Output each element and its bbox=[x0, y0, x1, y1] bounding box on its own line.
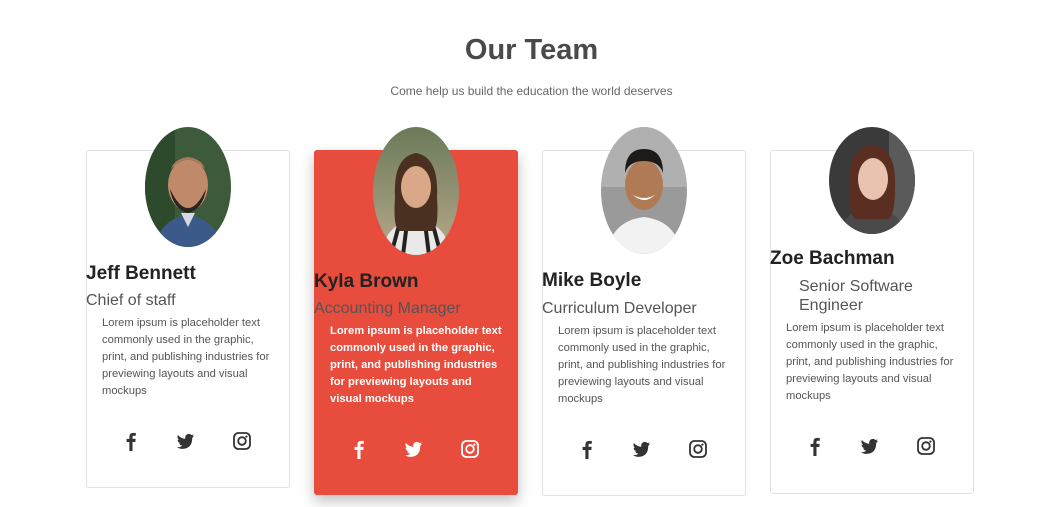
social-links bbox=[86, 430, 290, 452]
avatar bbox=[373, 127, 459, 255]
twitter-icon[interactable] bbox=[858, 435, 880, 457]
twitter-icon[interactable] bbox=[630, 438, 652, 460]
twitter-icon[interactable] bbox=[174, 430, 196, 452]
facebook-icon[interactable] bbox=[348, 438, 370, 460]
instagram-icon[interactable] bbox=[687, 438, 709, 460]
avatar bbox=[829, 127, 915, 234]
member-description: Lorem ipsum is placeholder text commonly… bbox=[102, 317, 270, 397]
instagram-icon[interactable] bbox=[231, 430, 253, 452]
instagram-icon[interactable] bbox=[459, 438, 481, 460]
member-description: Lorem ipsum is placeholder text commonly… bbox=[786, 322, 954, 402]
facebook-icon[interactable] bbox=[120, 430, 142, 452]
member-description: Lorem ipsum is placeholder text commonly… bbox=[330, 325, 502, 405]
avatar bbox=[601, 127, 687, 254]
twitter-icon[interactable] bbox=[402, 438, 424, 460]
social-links bbox=[770, 435, 974, 457]
page-subtitle: Come help us build the education the wor… bbox=[390, 84, 673, 98]
facebook-icon[interactable] bbox=[576, 438, 598, 460]
member-name: Kyla Brown bbox=[314, 271, 419, 292]
member-name: Zoe Bachman bbox=[770, 248, 895, 269]
social-links bbox=[314, 438, 518, 460]
page-title: Our Team bbox=[464, 34, 599, 66]
social-links bbox=[542, 438, 746, 460]
instagram-icon[interactable] bbox=[915, 435, 937, 457]
member-name: Mike Boyle bbox=[542, 270, 642, 291]
member-name: Jeff Bennett bbox=[86, 263, 196, 284]
member-description: Lorem ipsum is placeholder text commonly… bbox=[558, 325, 726, 405]
member-role: Chief of staff bbox=[86, 292, 176, 309]
member-role: Curriculum Developer bbox=[542, 300, 697, 317]
facebook-icon[interactable] bbox=[804, 435, 826, 457]
member-role: Senior Software Engineer bbox=[799, 278, 913, 314]
member-role: Accounting Manager bbox=[314, 300, 461, 317]
avatar bbox=[145, 127, 231, 247]
